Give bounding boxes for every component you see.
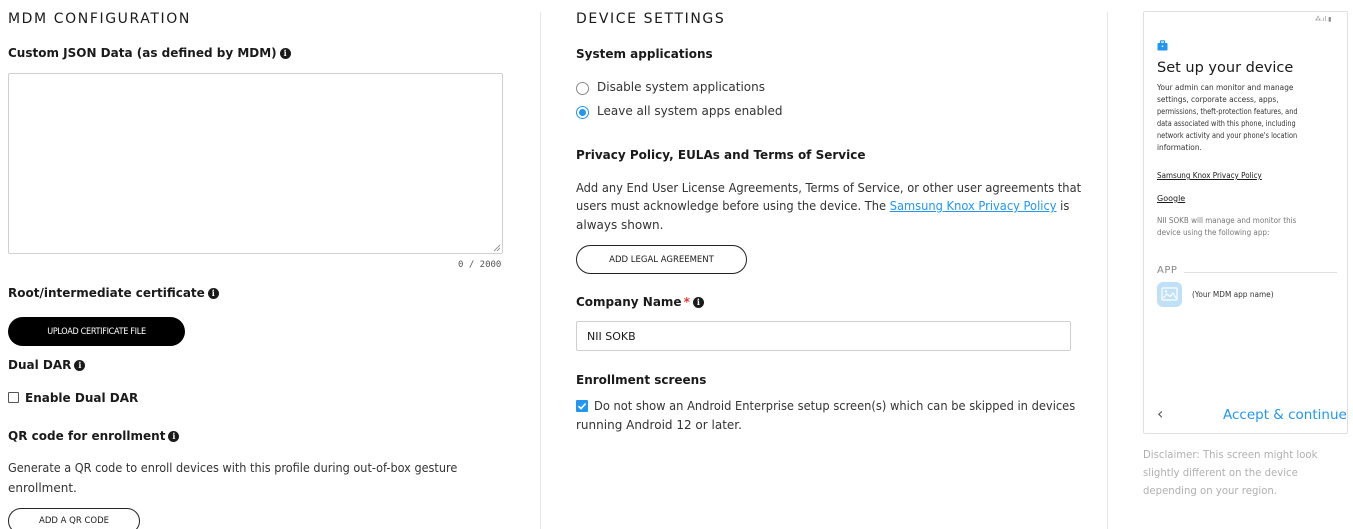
company-name-label-text: Company Name <box>576 295 682 309</box>
preview-manage-line: device using the following app: <box>1157 228 1270 237</box>
qr-description-line-2: enrollment. <box>8 481 77 495</box>
info-icon[interactable]: i <box>279 48 291 59</box>
preview-desc-line: network activity and your phone's locati… <box>1157 131 1298 140</box>
radio-leave-system-apps[interactable] <box>576 106 589 119</box>
column-divider <box>540 12 541 529</box>
info-icon[interactable]: i <box>74 360 86 371</box>
knox-privacy-policy-link[interactable]: Samsung Knox Privacy Policy <box>890 199 1057 213</box>
info-icon[interactable]: i <box>168 431 180 442</box>
preview-app-name: (Your MDM app name) <box>1192 290 1274 299</box>
required-mark: * <box>683 295 690 309</box>
company-name-label: Company Name * i <box>576 295 704 309</box>
enrollment-screens-label: Enrollment screens <box>576 373 707 387</box>
mdm-section-title: MDM CONFIGURATION <box>8 11 191 27</box>
qr-label-text: QR code for enrollment <box>8 429 166 443</box>
device-section-title: DEVICE SETTINGS <box>576 11 726 27</box>
upload-certificate-button[interactable]: UPLOAD CERTIFICATE FILE <box>8 317 185 346</box>
company-name-input[interactable] <box>576 321 1071 351</box>
preview-knox-link[interactable]: Samsung Knox Privacy Policy <box>1157 170 1262 182</box>
preview-desc-line: information. <box>1157 143 1202 152</box>
qr-description-line-1: Generate a QR code to enroll devices wit… <box>8 461 458 475</box>
checkmark-icon <box>577 403 587 410</box>
char-counter: 0 / 2000 <box>458 260 502 270</box>
preview-google-link[interactable]: Google <box>1157 193 1185 205</box>
root-cert-label-text: Root/intermediate certificate <box>8 286 205 300</box>
column-divider <box>1107 12 1108 529</box>
back-icon[interactable]: ‹ <box>1157 404 1163 423</box>
briefcase-icon <box>1157 40 1168 51</box>
preview-desc-line: settings, corporate access, apps, <box>1157 95 1279 104</box>
add-qr-code-button[interactable]: ADD A QR CODE <box>8 508 140 529</box>
enrollment-option-line-2: running Android 12 or later. <box>576 418 742 432</box>
system-apps-label: System applications <box>576 47 713 61</box>
privacy-description-text: users must acknowledge before using the … <box>576 199 890 213</box>
disclaimer-line: Disclaimer: This screen might look <box>1143 448 1318 461</box>
dual-dar-label: Dual DAR i <box>8 358 86 372</box>
custom-json-textarea[interactable] <box>8 73 503 254</box>
preview-desc-line: permissions, theft-protection features, … <box>1157 107 1298 116</box>
enable-dual-dar-label: Enable Dual DAR <box>25 391 139 405</box>
preview-desc-line: Your admin can monitor and manage <box>1157 83 1294 92</box>
status-bar: ⁂.ıl ▮ <box>1315 16 1332 23</box>
custom-json-label: Custom JSON Data (as defined by MDM) i <box>8 46 291 60</box>
privacy-description-text-tail: is <box>1056 199 1070 213</box>
add-legal-agreement-button[interactable]: ADD LEGAL AGREEMENT <box>576 245 747 274</box>
preview-app-header: APP <box>1157 265 1178 276</box>
privacy-description-line-1: Add any End User License Agreements, Ter… <box>576 181 1082 195</box>
enrollment-checkbox[interactable] <box>576 400 588 412</box>
enable-dual-dar-checkbox[interactable] <box>8 392 19 403</box>
qr-label: QR code for enrollment i <box>8 429 180 443</box>
radio-disable-system-apps[interactable] <box>576 82 589 95</box>
disclaimer-line: depending on your region. <box>1143 484 1278 497</box>
radio-disable-system-apps-label: Disable system applications <box>597 80 765 94</box>
preview-app-divider <box>1184 272 1337 273</box>
privacy-description-line-2: users must acknowledge before using the … <box>576 199 1069 213</box>
accept-continue-button[interactable]: Accept & continue <box>1223 407 1347 423</box>
preview-desc-line: data associated with this phone, includi… <box>1157 119 1296 128</box>
resize-grip-icon[interactable] <box>493 244 501 252</box>
info-icon[interactable]: i <box>692 297 704 308</box>
disclaimer-line: slightly different on the device <box>1143 466 1298 479</box>
dual-dar-label-text: Dual DAR <box>8 358 72 372</box>
preview-manage-line: NII SOKB will manage and monitor this <box>1157 216 1297 225</box>
privacy-description-line-3: always shown. <box>576 218 664 232</box>
radio-leave-system-apps-label: Leave all system apps enabled <box>597 104 783 118</box>
root-cert-label: Root/intermediate certificate i <box>8 286 219 300</box>
info-icon[interactable]: i <box>207 288 219 299</box>
custom-json-label-text: Custom JSON Data (as defined by MDM) <box>8 46 277 60</box>
privacy-label: Privacy Policy, EULAs and Terms of Servi… <box>576 148 866 162</box>
preview-title: Set up your device <box>1157 60 1294 76</box>
app-image-icon <box>1157 282 1182 307</box>
enrollment-option-line-1: Do not show an Android Enterprise setup … <box>594 399 1076 413</box>
